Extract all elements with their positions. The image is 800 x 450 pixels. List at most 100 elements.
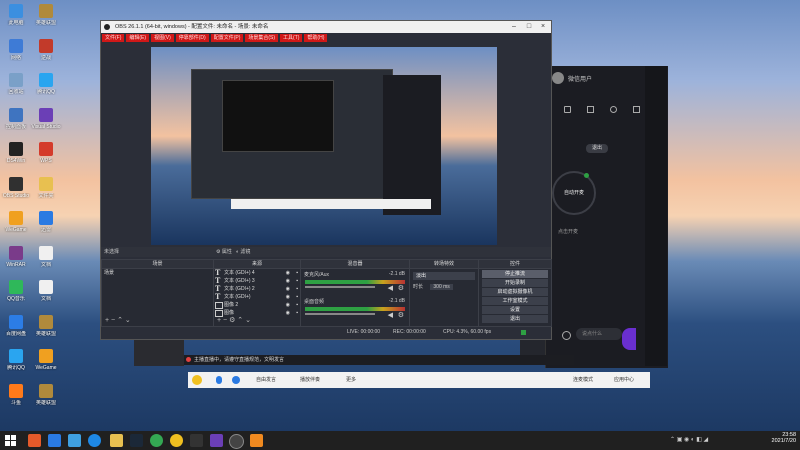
app-icon-1[interactable] — [28, 434, 41, 447]
maximize-icon[interactable]: □ — [522, 21, 536, 33]
steam-icon[interactable] — [130, 434, 143, 447]
control-button[interactable]: 工作室模式 — [482, 297, 548, 305]
screen-icon[interactable] — [587, 106, 594, 113]
lock-icon[interactable]: ▪ — [296, 301, 298, 309]
obs-menubar: 文件(F) 编辑(E) 视图(V) 停靠部件(D) 配置文件(P) 场景集合(S) 工具(T… — [101, 33, 551, 43]
browser-icon[interactable] — [88, 434, 101, 447]
desktop-icon[interactable]: 文件夹 — [24, 176, 68, 199]
scene-add-remove-buttons[interactable]: + − ⌃ ⌄ — [105, 316, 131, 324]
control-button[interactable]: 退出 — [482, 315, 548, 323]
system-tray[interactable]: ⌃ ▣ ◉ ◐ ◧ ◢ — [670, 436, 740, 445]
desktop-icon[interactable]: 文档 — [24, 280, 68, 302]
eye-icon[interactable]: ◉ — [286, 301, 290, 309]
control-button[interactable]: 开始录制 — [482, 279, 548, 287]
hangup-button[interactable]: 退出 — [586, 144, 608, 153]
free-talk-button[interactable]: 自由发言 — [256, 372, 276, 388]
lock-icon[interactable]: ▪ — [296, 293, 298, 301]
mic-toggle[interactable]: 自动开麦 — [552, 171, 596, 215]
bell-icon[interactable] — [610, 106, 617, 113]
menu-item[interactable]: 视图(V) — [151, 34, 174, 42]
speaker-icon[interactable]: ◀ — [388, 284, 393, 292]
avatar[interactable] — [552, 72, 564, 84]
obs-preview[interactable] — [151, 47, 497, 245]
desktop-icon[interactable]: WPS — [24, 142, 68, 164]
emoji-icon[interactable] — [192, 375, 202, 385]
eye-icon[interactable]: ◉ — [286, 293, 290, 301]
app-center-button[interactable]: 应用中心 — [614, 372, 634, 388]
lock-icon[interactable]: ▪ — [296, 277, 298, 285]
chrome-icon[interactable] — [150, 434, 163, 447]
desktop-icon[interactable]: 英雄联盟 — [24, 4, 68, 26]
scene-item[interactable]: 场景 — [102, 269, 213, 277]
source-item[interactable]: T 文本 (GDI+) 2 ◉ ▪ — [214, 285, 300, 293]
desktop-icon[interactable]: 腾讯QQ — [24, 73, 68, 95]
close-icon[interactable]: × — [536, 21, 550, 33]
menu-item[interactable]: 文件(F) — [102, 34, 125, 42]
eye-icon[interactable]: ◉ — [286, 309, 290, 317]
volume-slider[interactable] — [305, 313, 375, 315]
control-button[interactable]: 停止推流 — [482, 270, 548, 278]
transition-select[interactable]: 淡出 — [413, 272, 475, 280]
lock-icon[interactable]: ▪ — [296, 285, 298, 293]
speaker-icon[interactable]: ◀ — [388, 311, 393, 319]
source-item[interactable]: T 文本 (GDI+) 4 ◉ ▪ — [214, 269, 300, 277]
menu-item[interactable]: 编辑(E) — [126, 34, 150, 42]
clock[interactable]: 23:58 2021/7/20 — [752, 432, 796, 444]
headset-icon[interactable] — [232, 376, 240, 384]
desktop-icon[interactable]: 文档 — [24, 245, 68, 268]
app-icon-3[interactable] — [190, 434, 203, 447]
source-add-remove-buttons[interactable]: + − ⚙ ⌃ ⌄ — [217, 316, 251, 324]
source-item[interactable]: 图像 2 ◉ ▪ — [214, 301, 300, 309]
mixer-channel: 麦克风/Aux -2.1 dB ◀ ⚙ — [301, 269, 409, 296]
control-button[interactable]: 启动虚拟摄像机 — [482, 288, 548, 296]
desktop-app-icon — [9, 245, 23, 260]
mixer-dock: 混音器 麦克风/Aux -2.1 dB ◀ ⚙ 桌面音频 -2.1 dB ◀ ⚙ — [300, 259, 410, 327]
desktop-icon[interactable]: WeGame — [24, 349, 68, 371]
source-item[interactable]: T 文本 (GDI+) 3 ◉ ▪ — [214, 277, 300, 285]
desktop-icon[interactable]: 英雄联盟 — [24, 314, 68, 337]
app-icon-5[interactable] — [250, 434, 263, 447]
source-item[interactable]: T 文本 (GDI+) ◉ ▪ — [214, 293, 300, 301]
play-music-button[interactable]: 播放伴奏 — [300, 372, 320, 388]
duration-input[interactable]: 300 ms — [430, 284, 453, 290]
settings-icon[interactable] — [562, 331, 571, 340]
obs-taskbar-icon[interactable] — [229, 434, 244, 449]
desktop-icon[interactable]: 逆战 — [24, 38, 68, 61]
more-button[interactable]: 更多 — [346, 372, 356, 388]
menu-item[interactable]: 场景集合(S) — [245, 34, 279, 42]
gear-icon[interactable]: ⚙ — [398, 311, 404, 319]
folder-icon[interactable] — [110, 434, 123, 447]
menu-item[interactable]: 停靠部件(D) — [175, 34, 209, 42]
menu-item[interactable]: 工具(T) — [280, 34, 303, 42]
eye-icon[interactable]: ◉ — [286, 269, 290, 277]
filters-button[interactable]: ◐ 滤镜 — [236, 247, 250, 257]
lock-icon[interactable] — [564, 106, 571, 113]
control-button[interactable]: 设置 — [482, 306, 548, 314]
desktop-app-icon — [9, 349, 23, 363]
mic-mode-button[interactable]: 连麦模式 — [573, 372, 593, 388]
lock-icon[interactable]: ▪ — [296, 309, 298, 317]
send-button[interactable] — [622, 328, 636, 350]
share-icon[interactable] — [633, 106, 640, 113]
volume-slider[interactable] — [305, 286, 375, 288]
edge-icon[interactable] — [68, 434, 81, 447]
lock-icon[interactable]: ▪ — [296, 269, 298, 277]
source-name: 图像 2 — [224, 302, 239, 308]
start-icon[interactable] — [4, 434, 17, 447]
eye-icon[interactable]: ◉ — [286, 277, 290, 285]
menu-item[interactable]: 配置文件(P) — [210, 34, 244, 42]
properties-button[interactable]: ⚙ 属性 — [216, 247, 232, 257]
desktop-icon[interactable]: 迅雷 — [24, 211, 68, 233]
qq-icon[interactable] — [170, 434, 183, 447]
desktop-icon[interactable]: Visual Studio — [24, 107, 68, 130]
gear-icon[interactable]: ⚙ — [398, 284, 404, 292]
eye-icon[interactable]: ◉ — [286, 285, 290, 293]
desktop-app-icon — [39, 4, 53, 18]
app-icon-2[interactable] — [48, 434, 61, 447]
app-icon-4[interactable] — [210, 434, 223, 447]
chat-input[interactable]: 说点什么 — [576, 328, 622, 340]
menu-item[interactable]: 帮助(H) — [304, 34, 328, 42]
minimize-icon[interactable]: – — [507, 21, 521, 33]
mic-icon[interactable] — [216, 376, 222, 384]
desktop-icon[interactable]: 英雄联盟 — [24, 383, 68, 406]
